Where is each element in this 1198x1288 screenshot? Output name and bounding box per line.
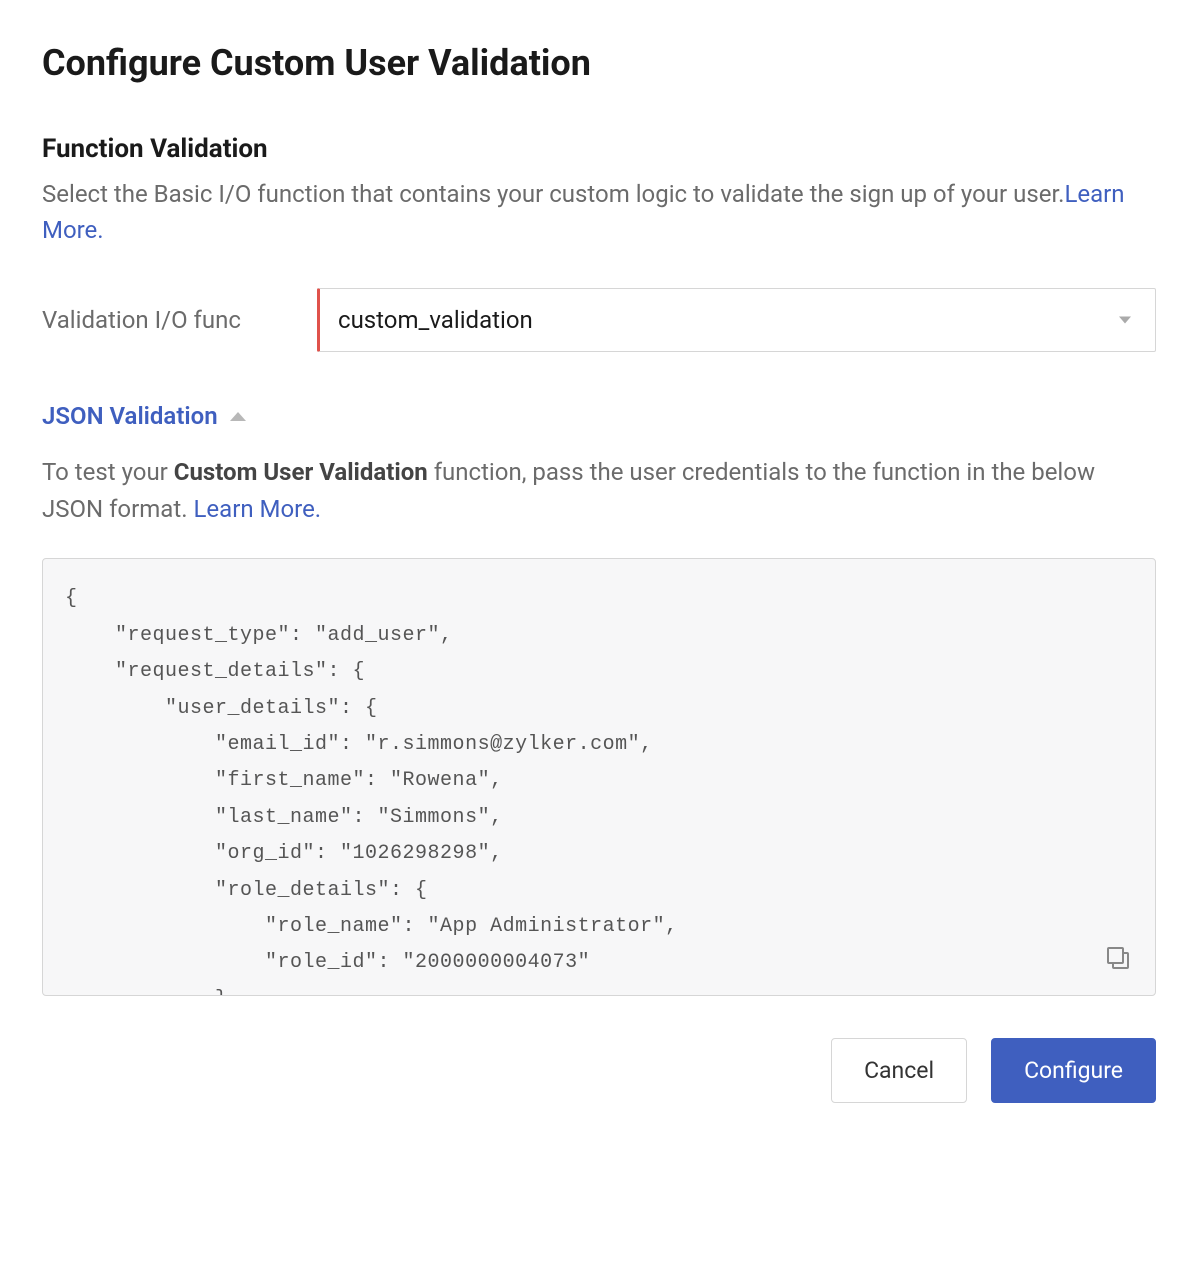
page-title: Configure Custom User Validation: [42, 42, 1156, 84]
function-validation-description-text: Select the Basic I/O function that conta…: [42, 180, 1064, 208]
json-validation-learn-more-link[interactable]: Learn More.: [193, 495, 321, 523]
copy-icon[interactable]: [1107, 947, 1129, 969]
json-validation-description: To test your Custom User Validation func…: [42, 454, 1156, 528]
validation-func-select[interactable]: custom_validation: [317, 288, 1156, 352]
function-validation-heading: Function Validation: [42, 134, 1156, 164]
validation-func-label: Validation I/O func: [42, 306, 317, 334]
json-validation-desc-strong: Custom User Validation: [174, 458, 428, 486]
validation-func-selected-value: custom_validation: [338, 306, 533, 334]
json-code-text: { "request_type": "add_user", "request_d…: [65, 587, 678, 996]
triangle-up-icon: [230, 412, 246, 421]
json-code-block: { "request_type": "add_user", "request_d…: [42, 558, 1156, 996]
configure-button[interactable]: Configure: [991, 1038, 1156, 1103]
json-validation-desc-pre: To test your: [42, 458, 174, 486]
json-validation-toggle[interactable]: JSON Validation: [42, 402, 1156, 430]
cancel-button[interactable]: Cancel: [831, 1038, 967, 1103]
button-row: Cancel Configure: [42, 1038, 1156, 1103]
json-validation-heading: JSON Validation: [42, 402, 218, 430]
function-validation-description: Select the Basic I/O function that conta…: [42, 176, 1156, 248]
chevron-down-icon: [1119, 317, 1131, 324]
validation-func-row: Validation I/O func custom_validation: [42, 288, 1156, 352]
